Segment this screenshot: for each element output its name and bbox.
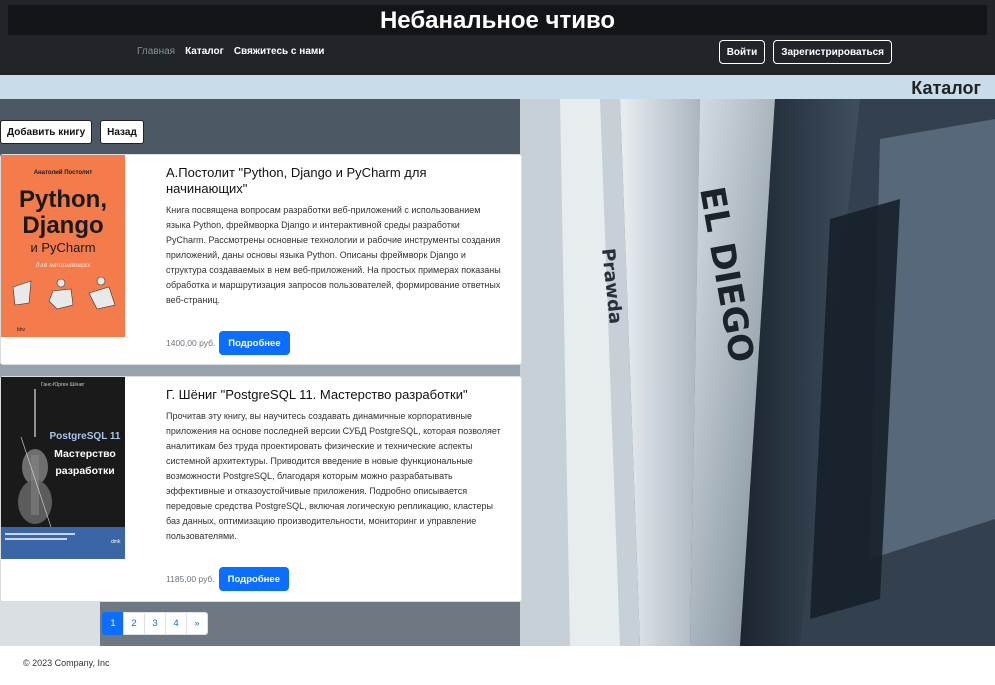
book-price: 1400,00 руб. (166, 338, 216, 348)
page-title: Каталог (911, 78, 981, 98)
publisher-logo: bhv (17, 327, 26, 333)
login-button[interactable]: Войти (718, 40, 766, 64)
price-row: 1400,00 руб. Подробнее (166, 331, 290, 355)
add-book-button[interactable]: Добавить книгу (0, 120, 93, 144)
cover-author: Анатолий Постолит (34, 169, 93, 176)
copyright-text: © 2023 Company, Inc (23, 658, 110, 668)
cover-postgresql: Ганс-Юрген Шёниг PostgreSQL 11 Мастерств… (1, 377, 125, 559)
price-row: 1185,00 руб. Подробнее (166, 567, 289, 591)
back-button[interactable]: Назад (100, 120, 144, 144)
register-button[interactable]: Зарегистрироваться (773, 40, 892, 64)
book-price: 1185,00 руб. (166, 574, 215, 584)
nav-link-contact[interactable]: Свяжитесь с нами (234, 46, 325, 57)
catalog-band: Каталог (0, 75, 995, 99)
details-button[interactable]: Подробнее (219, 331, 290, 355)
page-2-button[interactable]: 2 (123, 612, 145, 635)
book-card: Анатолий Постолит Python, Django и PyCha… (0, 154, 522, 365)
pagination: 1 2 3 4 » (102, 612, 208, 635)
catalog-actions: Добавить книгу Назад (0, 120, 144, 144)
site-header: Небанальное чтиво Главная Каталог Свяжит… (0, 0, 995, 75)
book-info: Г. Шёниг "PostgreSQL 11. Мастерство разр… (166, 387, 501, 544)
cover-line4: для начинающих (36, 262, 91, 269)
cover-line3: и PyCharm (30, 240, 95, 255)
next-page-button[interactable]: » (186, 612, 208, 635)
book-cover[interactable]: Ганс-Юрген Шёниг PostgreSQL 11 Мастерств… (1, 377, 125, 559)
nav-link-home[interactable]: Главная (137, 46, 175, 57)
book-info: А.Постолит "Python, Django и PyCharm для… (166, 165, 501, 308)
auth-buttons: Войти Зарегистрироваться (718, 40, 892, 64)
title-bar: Небанальное чтиво (8, 5, 987, 35)
book-title: Г. Шёниг "PostgreSQL 11. Мастерство разр… (166, 387, 468, 402)
cover-line1: Python, (19, 186, 107, 213)
main-nav: Главная Каталог Свяжитесь с нами (137, 46, 324, 57)
cover-line1: PostgreSQL 11 (50, 431, 121, 442)
cover-line2: Django (22, 212, 103, 239)
footer: © 2023 Company, Inc (0, 646, 995, 685)
book-title: А.Постолит "Python, Django и PyCharm для… (166, 165, 427, 196)
book-card: Ганс-Юрген Шёниг PostgreSQL 11 Мастерств… (0, 376, 522, 602)
book-description: Книга посвящена вопросам разработки веб-… (166, 205, 501, 305)
publisher-logo: dmk (111, 539, 121, 545)
page-4-button[interactable]: 4 (165, 612, 187, 635)
nav-link-catalog[interactable]: Каталог (185, 46, 224, 57)
site-title: Небанальное чтиво (379, 7, 616, 34)
book-description: Прочитав эту книгу, вы научитесь создава… (166, 411, 501, 541)
cover-author: Ганс-Юрген Шёниг (41, 382, 85, 388)
page-1-button[interactable]: 1 (102, 612, 124, 635)
cover-line2: Мастерство (54, 448, 116, 460)
page-3-button[interactable]: 3 (144, 612, 166, 635)
details-button[interactable]: Подробнее (218, 567, 289, 591)
book-cover[interactable]: Анатолий Постолит Python, Django и PyCha… (1, 155, 125, 337)
cover-line3: разработки (55, 465, 114, 477)
cover-python-django: Анатолий Постолит Python, Django и PyCha… (1, 155, 125, 337)
